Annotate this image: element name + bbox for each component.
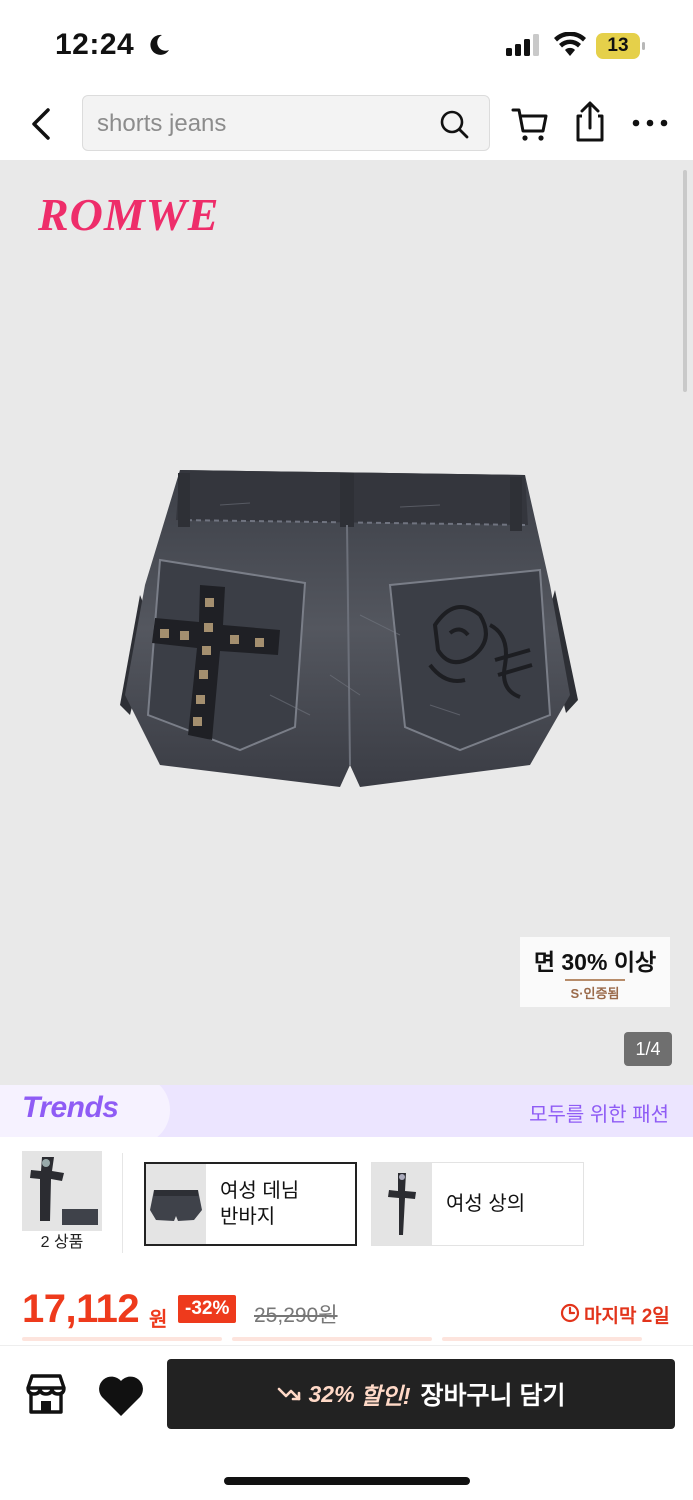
product-image bbox=[120, 470, 578, 787]
battery-indicator: 13 bbox=[596, 33, 646, 59]
store-icon[interactable] bbox=[22, 1370, 70, 1418]
badge-divider bbox=[565, 979, 625, 981]
trends-tagline: 모두를 위한 패션 bbox=[529, 1104, 669, 1126]
back-arrow-icon[interactable] bbox=[22, 104, 62, 144]
status-bar: 12:24 13 bbox=[0, 0, 693, 90]
related-card-image bbox=[146, 1164, 206, 1244]
search-query: shorts jeans bbox=[97, 110, 227, 137]
cta-discount-word: 할인! bbox=[360, 1383, 411, 1409]
search-input[interactable]: shorts jeans bbox=[82, 95, 490, 151]
cta-label: 장바구니 담기 bbox=[420, 1382, 566, 1410]
status-time: 12:24 bbox=[55, 28, 135, 61]
bundle-count-label: 2 상품 bbox=[22, 1231, 102, 1255]
strip-divider bbox=[122, 1153, 123, 1253]
badge-main-text: 면 30% 이상 bbox=[533, 949, 657, 975]
related-products-strip: 2 상품 여성 데님 반바지 여성 상의 bbox=[0, 1137, 693, 1273]
wifi-icon bbox=[554, 32, 586, 56]
add-to-cart-button[interactable]: 32% 할인! 장바구니 담기 bbox=[167, 1359, 675, 1429]
bottom-action-bar: 32% 할인! 장바구니 담기 bbox=[0, 1345, 693, 1500]
clock-icon bbox=[560, 1303, 580, 1323]
related-card-tops[interactable]: 여성 상의 bbox=[371, 1162, 584, 1246]
scroll-indicator bbox=[683, 170, 687, 392]
discount-badge: -32% bbox=[178, 1295, 237, 1323]
home-indicator[interactable] bbox=[224, 1477, 470, 1485]
trends-banner[interactable]: Trends 모두를 위한 패션 bbox=[0, 1085, 693, 1137]
heart-icon[interactable] bbox=[96, 1372, 146, 1418]
related-card-label: 여성 상의 bbox=[446, 1193, 526, 1215]
image-page-counter: 1/4 bbox=[624, 1032, 672, 1066]
currency-unit: 원 bbox=[149, 1309, 168, 1331]
countdown-text: 마지막 2일 bbox=[584, 1306, 670, 1327]
trends-logo: Trends bbox=[22, 1091, 119, 1124]
signal-icon bbox=[506, 34, 539, 56]
search-icon[interactable] bbox=[439, 109, 469, 139]
coupon-strip bbox=[22, 1337, 642, 1341]
nav-bar: shorts jeans bbox=[0, 90, 693, 160]
bundle-thumbnail[interactable]: 2 상품 bbox=[22, 1151, 102, 1255]
battery-level: 13 bbox=[607, 35, 629, 56]
related-card-label: 여성 데님 반바지 bbox=[220, 1180, 300, 1228]
related-card-image bbox=[372, 1163, 432, 1245]
more-options-icon[interactable] bbox=[630, 110, 670, 136]
material-badge: 면 30% 이상 S·인증됨 bbox=[520, 937, 670, 1007]
cart-icon[interactable] bbox=[510, 104, 550, 144]
price-section: 17,112 원 -32% 25,290원 마지막 2일 bbox=[0, 1273, 693, 1343]
current-price: 17,112 bbox=[22, 1287, 140, 1331]
share-icon[interactable] bbox=[570, 100, 610, 144]
related-card-denim-shorts[interactable]: 여성 데님 반바지 bbox=[144, 1162, 357, 1246]
cta-discount-percent: 32% bbox=[308, 1380, 355, 1407]
original-price: 25,290원 bbox=[254, 1304, 338, 1327]
trend-down-icon bbox=[277, 1387, 300, 1401]
brand-logo: ROMWE bbox=[38, 189, 220, 240]
bundle-thumbnail-image bbox=[30, 1157, 98, 1225]
moon-icon bbox=[150, 34, 169, 55]
badge-certification: S·인증됨 bbox=[570, 986, 620, 1001]
product-image-gallery[interactable]: ROMWE 면 30% 이상 S·인증됨 1/4 bbox=[0, 160, 693, 1085]
